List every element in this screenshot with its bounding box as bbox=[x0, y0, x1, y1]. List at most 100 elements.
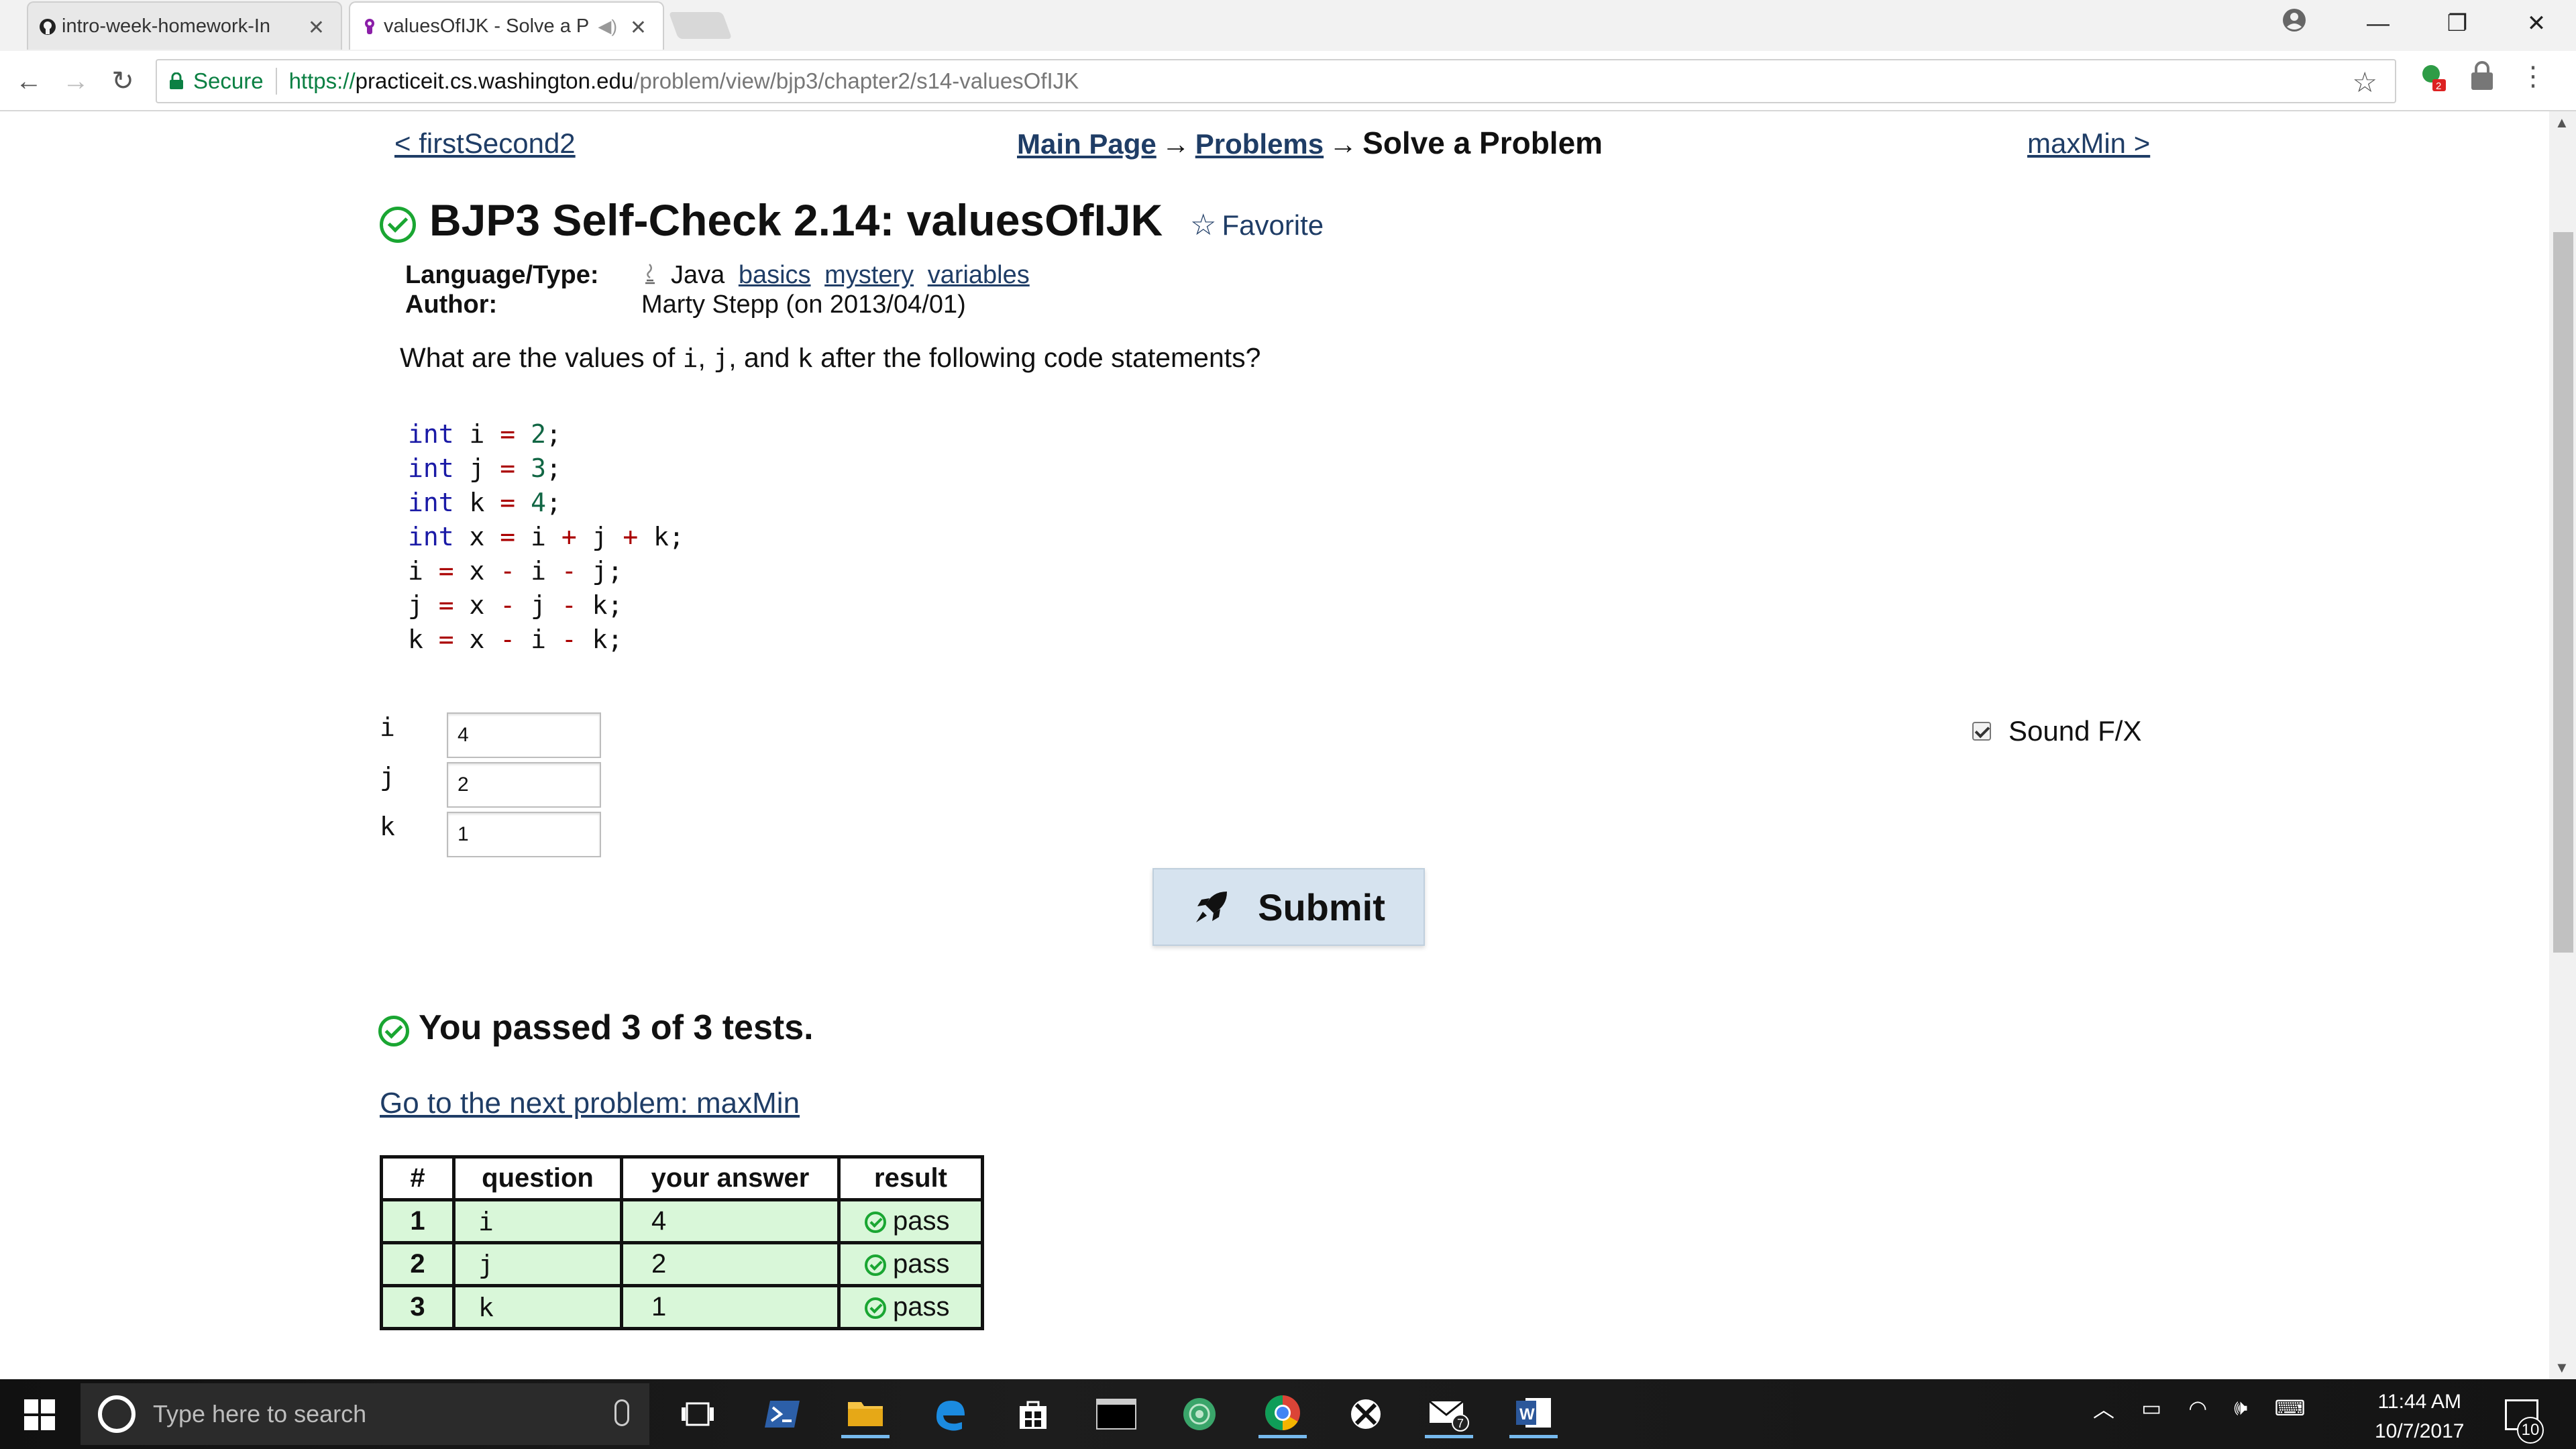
next-problem-link[interactable]: Go to the next problem: maxMin bbox=[380, 1087, 800, 1120]
xbox-icon[interactable] bbox=[1342, 1390, 1390, 1438]
windows-start-icon[interactable] bbox=[24, 1399, 55, 1430]
breadcrumb: Main Page → Problems → Solve a Problem bbox=[1017, 125, 1603, 161]
tab-practiceit[interactable]: valuesOfIJK - Solve a P ◀) ✕ bbox=[349, 1, 664, 50]
url-scheme: https:// bbox=[288, 68, 356, 93]
favorite-label: Favorite bbox=[1222, 209, 1324, 241]
tag-mystery[interactable]: mystery bbox=[824, 261, 914, 289]
problems-link[interactable]: Problems bbox=[1195, 128, 1324, 160]
main-page-link[interactable]: Main Page bbox=[1017, 128, 1157, 160]
submit-label: Submit bbox=[1258, 885, 1385, 928]
breadcrumb-arrow: → bbox=[1161, 128, 1190, 160]
star-icon: ☆ bbox=[1190, 209, 1217, 241]
results-table: # question your answer result 1 i 4 pass… bbox=[380, 1155, 984, 1330]
minimize-button[interactable]: — bbox=[2339, 0, 2418, 47]
close-window-button[interactable]: ✕ bbox=[2497, 0, 2576, 47]
cortana-icon[interactable] bbox=[98, 1395, 136, 1433]
mail-badge: 7 bbox=[1457, 1417, 1464, 1430]
sound-fx-toggle[interactable]: Sound F/X bbox=[1972, 715, 2141, 747]
reload-icon[interactable]: ↻ bbox=[105, 63, 141, 99]
volume-icon[interactable]: 🕪 bbox=[2234, 1395, 2247, 1421]
pass-icon bbox=[865, 1212, 886, 1233]
edge-browser-icon[interactable] bbox=[926, 1390, 974, 1438]
row-result: pass bbox=[837, 1198, 984, 1244]
system-tray: ︿ ▭ ◠ 🕪 ⌨ bbox=[2093, 1393, 2306, 1424]
row-num: 2 bbox=[380, 1241, 455, 1287]
browser-toolbar: ← → ↻ Secure https://practiceit.cs.washi… bbox=[0, 51, 2576, 111]
notification-badge: 10 bbox=[2517, 1417, 2544, 1444]
header-answer: your answer bbox=[620, 1155, 841, 1201]
pass-icon bbox=[865, 1297, 886, 1319]
word-icon[interactable]: W bbox=[1509, 1390, 1558, 1438]
answer-input-k[interactable] bbox=[447, 812, 601, 857]
task-view-icon[interactable] bbox=[674, 1390, 722, 1438]
pass-check-icon bbox=[378, 1016, 409, 1046]
scroll-down-arrow-icon[interactable]: ▼ bbox=[2555, 1359, 2569, 1377]
restore-button[interactable]: ❐ bbox=[2418, 0, 2497, 47]
close-tab-icon[interactable]: ✕ bbox=[308, 16, 325, 40]
clock-time: 11:44 AM bbox=[2377, 1391, 2461, 1413]
search-placeholder: Type here to search bbox=[153, 1400, 367, 1428]
chrome-icon[interactable] bbox=[1258, 1390, 1307, 1438]
close-tab-icon[interactable]: ✕ bbox=[630, 16, 647, 40]
next-problem-nav-link[interactable]: maxMin > bbox=[2027, 127, 2150, 160]
extension-icon[interactable]: 2 bbox=[2415, 60, 2447, 93]
result-message: You passed 3 of 3 tests. bbox=[419, 1008, 814, 1047]
tab-github[interactable]: intro-week-homework-In ✕ bbox=[27, 1, 342, 50]
solved-check-icon bbox=[380, 207, 416, 243]
github-icon bbox=[40, 19, 56, 35]
tray-expand-icon[interactable]: ︿ bbox=[2093, 1393, 2114, 1424]
keyboard-icon[interactable]: ⌨ bbox=[2274, 1395, 2305, 1421]
table-row: 1 i 4 pass bbox=[380, 1198, 984, 1244]
previous-problem-link[interactable]: < firstSecond2 bbox=[394, 127, 576, 160]
microphone-icon[interactable] bbox=[614, 1399, 629, 1426]
row-result: pass bbox=[837, 1241, 984, 1287]
bookmark-star-icon[interactable]: ☆ bbox=[2352, 66, 2377, 99]
row-question: k bbox=[452, 1284, 623, 1330]
tab-title: valuesOfIJK - Solve a P bbox=[384, 15, 590, 37]
lock-extension-icon[interactable] bbox=[2466, 60, 2498, 93]
row-num: 1 bbox=[380, 1198, 455, 1244]
address-bar[interactable]: Secure https://practiceit.cs.washington.… bbox=[156, 59, 2396, 103]
file-explorer-icon[interactable] bbox=[841, 1390, 890, 1438]
pass-icon bbox=[865, 1254, 886, 1276]
problem-title: BJP3 Self-Check 2.14: valuesOfIJK bbox=[429, 195, 1163, 245]
sound-fx-checkbox[interactable] bbox=[1972, 722, 1991, 741]
row-num: 3 bbox=[380, 1284, 455, 1330]
terminal-icon[interactable] bbox=[1092, 1390, 1140, 1438]
wifi-icon[interactable]: ◠ bbox=[2188, 1395, 2207, 1421]
scroll-up-arrow-icon[interactable]: ▲ bbox=[2555, 114, 2569, 131]
author-label: Author: bbox=[405, 290, 498, 319]
battery-icon[interactable]: ▭ bbox=[2141, 1395, 2161, 1421]
tag-basics[interactable]: basics bbox=[739, 261, 811, 289]
taskbar-clock[interactable]: 11:44 AM 10/7/2017 bbox=[2375, 1387, 2464, 1446]
url-path: /problem/view/bjp3/chapter2/s14-valuesOf… bbox=[633, 68, 1079, 93]
author-value: Marty Stepp (on 2013/04/01) bbox=[641, 290, 966, 319]
extension-badge: 2 bbox=[2436, 80, 2441, 92]
answer-input-j[interactable] bbox=[447, 762, 601, 808]
row-answer: 1 bbox=[620, 1284, 841, 1330]
new-tab-button[interactable] bbox=[668, 12, 733, 39]
chrome-app-icon[interactable] bbox=[1175, 1390, 1224, 1438]
user-profile-icon[interactable] bbox=[2281, 7, 2308, 34]
code-listing: int i = 2; int j = 3; int k = 4; int x =… bbox=[408, 419, 684, 654]
breadcrumb-current: Solve a Problem bbox=[1362, 125, 1603, 160]
scrollbar-thumb[interactable] bbox=[2553, 232, 2573, 953]
browser-tab-strip: intro-week-homework-In ✕ valuesOfIJK - S… bbox=[0, 0, 2576, 51]
powershell-icon[interactable] bbox=[758, 1390, 806, 1438]
audio-icon[interactable]: ◀) bbox=[598, 16, 617, 37]
results-header-row: # question your answer result bbox=[380, 1155, 984, 1201]
submit-button[interactable]: Submit bbox=[1152, 868, 1425, 946]
answer-label-k: k bbox=[380, 812, 395, 841]
answer-input-i[interactable] bbox=[447, 712, 601, 758]
taskbar-search[interactable]: Type here to search bbox=[80, 1383, 649, 1445]
mail-icon[interactable]: 7 bbox=[1425, 1390, 1473, 1438]
menu-icon[interactable]: ⋮ bbox=[2517, 60, 2549, 93]
row-result: pass bbox=[837, 1284, 984, 1330]
store-icon[interactable] bbox=[1009, 1390, 1057, 1438]
table-row: 2 j 2 pass bbox=[380, 1241, 984, 1287]
forward-icon[interactable]: → bbox=[58, 63, 94, 99]
favorite-button[interactable]: ☆ Favorite bbox=[1190, 208, 1324, 242]
practiceit-icon bbox=[365, 19, 374, 34]
back-icon[interactable]: ← bbox=[11, 63, 47, 99]
tag-variables[interactable]: variables bbox=[928, 261, 1030, 289]
